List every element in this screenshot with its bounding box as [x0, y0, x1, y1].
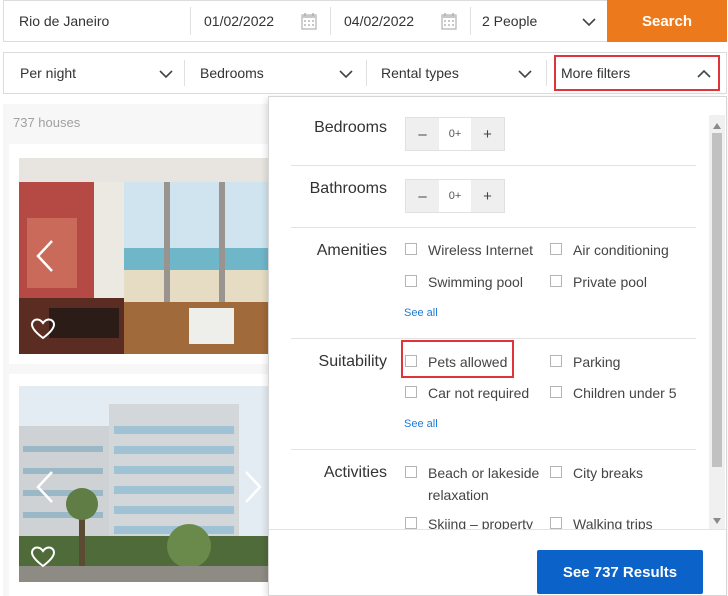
bathrooms-increment-button[interactable]: +: [471, 180, 504, 212]
amenities-section-title: Amenities: [316, 242, 387, 259]
amenity-wireless-internet[interactable]: Wireless Internet: [405, 239, 533, 261]
chevron-down-icon: [159, 70, 173, 78]
bathrooms-section-title: Bathrooms: [309, 180, 387, 197]
chevron-down-icon: [582, 18, 596, 26]
location-value: Rio de Janeiro: [19, 13, 110, 29]
amenity-private-pool[interactable]: Private pool: [550, 271, 647, 293]
listing-panel: 737 houses: [3, 104, 273, 596]
divider: [546, 60, 547, 86]
activity-skiing-property[interactable]: Skiing – property: [405, 513, 533, 529]
option-label: Car not required: [428, 385, 530, 401]
calendar-icon[interactable]: [441, 12, 457, 30]
calendar-icon[interactable]: [301, 12, 317, 30]
chevron-down-icon: [518, 70, 532, 78]
bedrooms-increment-button[interactable]: +: [471, 118, 504, 150]
divider: [470, 7, 471, 35]
filter-bar: Per night Bedrooms Rental types More fil…: [3, 52, 727, 94]
divider: [291, 449, 696, 450]
activities-overflow-clip: Skiing – property Walking trips: [269, 507, 709, 529]
scroll-down-icon[interactable]: [713, 518, 721, 524]
option-label: City breaks: [573, 465, 644, 481]
suitability-see-all-link[interactable]: See all: [404, 418, 438, 430]
option-label: Skiing – property: [428, 516, 534, 529]
chevron-right-icon[interactable]: [243, 470, 263, 504]
checkbox[interactable]: [405, 243, 417, 255]
bathrooms-stepper: – 0+ +: [405, 179, 505, 213]
checkbox[interactable]: [405, 275, 417, 287]
checkbox[interactable]: [550, 386, 562, 398]
bedrooms-filter-label: Bedrooms: [200, 65, 264, 81]
checkbox[interactable]: [550, 275, 562, 287]
chevron-left-icon[interactable]: [35, 470, 55, 504]
checkin-value: 01/02/2022: [204, 13, 275, 29]
results-count: 737 houses: [13, 115, 81, 130]
bathrooms-value: 0+: [439, 180, 471, 212]
divider: [184, 60, 185, 86]
amenity-swimming-pool[interactable]: Swimming pool: [405, 271, 523, 293]
bedrooms-filter[interactable]: Bedrooms: [200, 53, 360, 93]
amenity-air-conditioning[interactable]: Air conditioning: [550, 239, 669, 261]
scrollbar-thumb[interactable]: [712, 133, 722, 467]
listing-card[interactable]: [9, 144, 273, 364]
suitability-children-under-5[interactable]: Children under 5: [550, 382, 677, 404]
option-label: Air conditioning: [573, 242, 669, 258]
option-label: Wireless Internet: [428, 242, 534, 258]
divider: [291, 227, 696, 228]
checkbox[interactable]: [405, 386, 417, 398]
location-input[interactable]: Rio de Janeiro: [19, 1, 189, 41]
option-label: Children under 5: [573, 385, 677, 401]
checkbox[interactable]: [405, 466, 417, 478]
price-filter-label: Per night: [20, 65, 77, 81]
option-label: Private pool: [573, 274, 647, 290]
divider: [190, 7, 191, 35]
activity-beach-lakeside[interactable]: Beach or lakeside relaxation: [405, 462, 545, 506]
option-label: Beach or lakeside relaxation: [428, 465, 540, 503]
listing-photo[interactable]: [19, 158, 273, 354]
checkbox[interactable]: [550, 466, 562, 478]
activity-city-breaks[interactable]: City breaks: [550, 462, 643, 484]
bedrooms-decrement-button[interactable]: –: [406, 118, 439, 150]
checkbox[interactable]: [550, 243, 562, 255]
see-results-button[interactable]: See 737 Results: [537, 550, 703, 594]
search-button[interactable]: Search: [607, 0, 727, 42]
option-label: Parking: [573, 354, 621, 370]
suitability-parking[interactable]: Parking: [550, 351, 620, 373]
listing-card[interactable]: [9, 374, 273, 596]
suitability-section-title: Suitability: [318, 353, 387, 370]
activities-section-title: Activities: [323, 464, 387, 481]
divider: [330, 7, 331, 35]
heart-icon[interactable]: [31, 546, 55, 568]
divider: [291, 338, 696, 339]
bedrooms-stepper: – 0+ +: [405, 117, 505, 151]
divider: [291, 165, 696, 166]
listing-photo[interactable]: [19, 386, 273, 582]
bedrooms-section-title: Bedrooms: [314, 119, 387, 136]
search-bar: Rio de Janeiro 01/02/2022 04/02/2022 2 P…: [3, 0, 727, 42]
activity-walking-trips[interactable]: Walking trips: [550, 513, 653, 529]
checkbox[interactable]: [550, 355, 562, 367]
highlight-box: [554, 55, 720, 91]
checkbox[interactable]: [550, 517, 562, 529]
bedrooms-value: 0+: [439, 118, 471, 150]
more-filters-panel: Bedrooms – 0+ + Bathrooms – 0+ + Ameniti…: [268, 96, 727, 596]
highlight-box: [401, 340, 514, 378]
rental-types-filter-label: Rental types: [381, 65, 459, 81]
checkout-value: 04/02/2022: [344, 13, 415, 29]
price-filter[interactable]: Per night: [20, 53, 180, 93]
heart-icon[interactable]: [31, 318, 55, 340]
suitability-car-not-required[interactable]: Car not required: [405, 382, 529, 404]
option-label: Walking trips: [573, 516, 653, 529]
chevron-left-icon[interactable]: [35, 239, 55, 273]
amenities-see-all-link[interactable]: See all: [404, 307, 438, 319]
scroll-up-icon[interactable]: [713, 123, 721, 129]
checkbox[interactable]: [405, 517, 417, 529]
guests-value: 2 People: [482, 13, 538, 29]
chevron-down-icon: [339, 70, 353, 78]
rental-types-filter[interactable]: Rental types: [381, 53, 541, 93]
option-label: Swimming pool: [428, 274, 523, 290]
divider: [366, 60, 367, 86]
bathrooms-decrement-button[interactable]: –: [406, 180, 439, 212]
